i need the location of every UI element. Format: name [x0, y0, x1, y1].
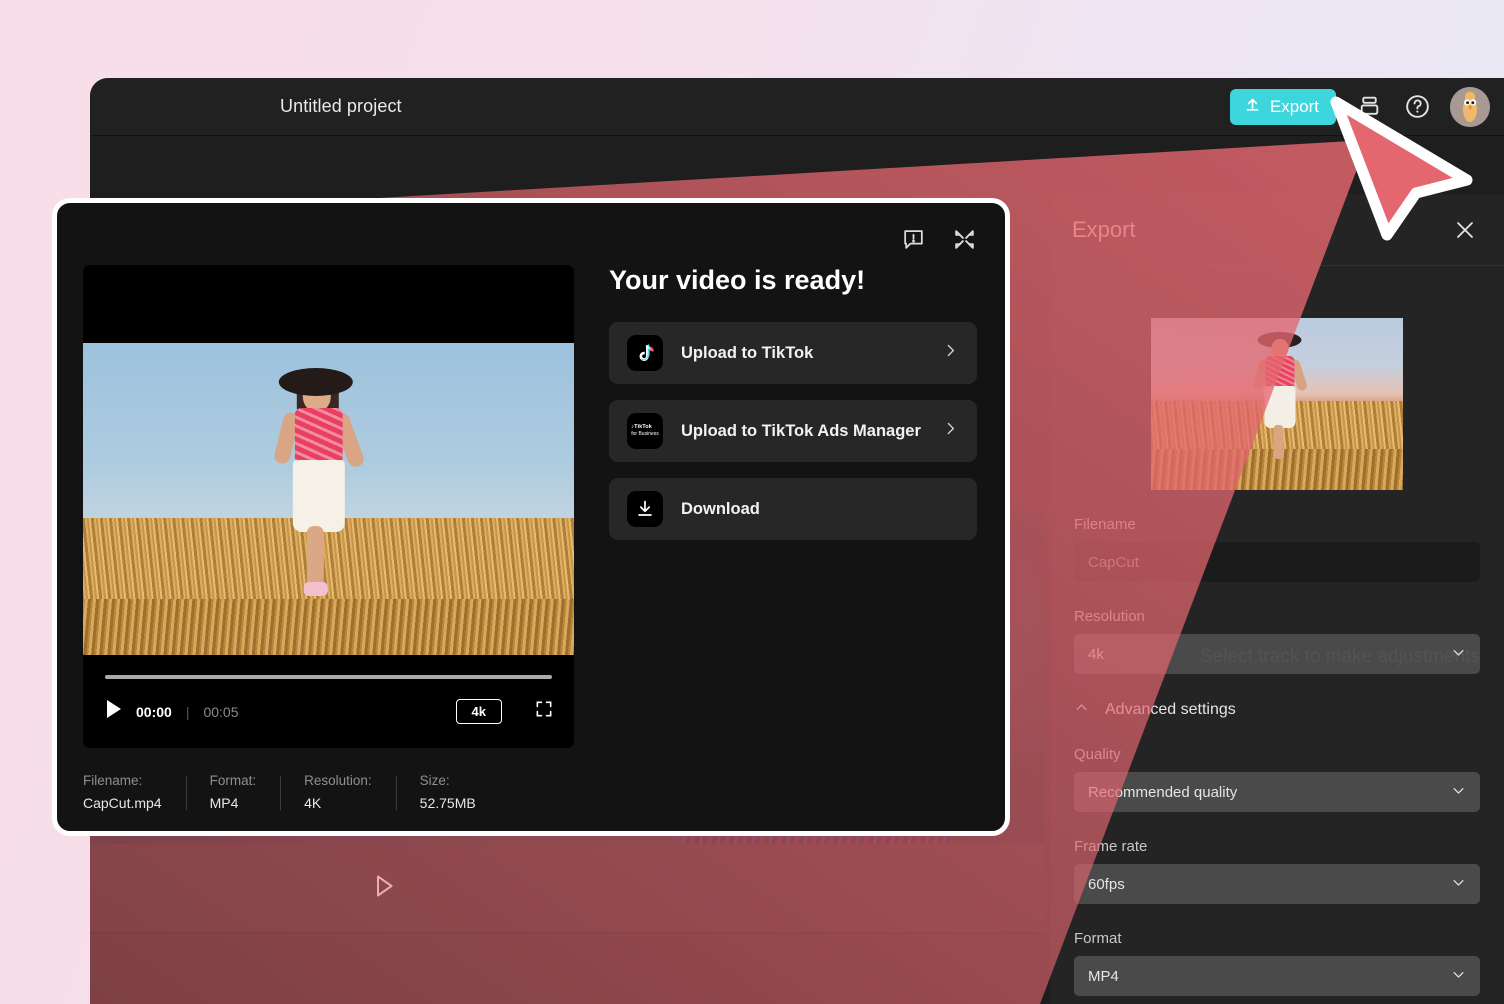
field-label-filename: Filename — [1074, 516, 1136, 533]
time-separator: | — [185, 703, 190, 720]
advanced-settings-label: Advanced settings — [1105, 701, 1236, 718]
filename-value: CapCut — [1088, 553, 1139, 571]
chevron-down-icon — [1451, 875, 1466, 894]
chevron-down-icon — [1451, 783, 1466, 802]
field-format: Format MP4 — [1050, 930, 1504, 996]
layers-icon[interactable] — [1354, 92, 1384, 122]
minimize-icon[interactable] — [952, 227, 977, 257]
tiktok-business-icon: ♪TikTok for Business — [627, 413, 663, 449]
help-icon[interactable] — [1402, 92, 1432, 122]
upload-icon — [1244, 96, 1261, 118]
format-value: MP4 — [1088, 967, 1119, 985]
feedback-icon[interactable] — [901, 227, 926, 257]
field-quality: Quality Recommended quality — [1050, 746, 1504, 812]
tiktok-icon — [627, 335, 663, 371]
export-button[interactable]: Export — [1229, 88, 1336, 125]
result-video-frame — [83, 343, 574, 655]
total-time: 00:05 — [203, 703, 239, 720]
download-icon — [627, 491, 663, 527]
field-filename: Filename CapCut — [1050, 516, 1504, 582]
quality-select[interactable]: Recommended quality — [1074, 772, 1480, 812]
quality-value: Recommended quality — [1088, 783, 1238, 801]
result-video-player: 00:00 | 00:05 4k — [83, 265, 574, 748]
field-label-frame-rate: Frame rate — [1074, 838, 1148, 855]
export-result-dialog: 00:00 | 00:05 4k Filename: CapCut.mp4 Fo… — [52, 198, 1010, 836]
topbar-actions: Export — [1229, 86, 1504, 127]
chevron-down-icon — [1451, 645, 1466, 664]
close-icon[interactable] — [1448, 213, 1482, 247]
download-button[interactable]: Download — [609, 478, 977, 540]
export-button-label: Export — [1269, 96, 1319, 116]
meta-resolution: Resolution: 4K — [280, 773, 396, 811]
meta-size: Size: 52.75MB — [395, 773, 500, 811]
meta-filename: Filename: CapCut.mp4 — [83, 773, 162, 811]
chevron-down-icon — [1451, 967, 1466, 986]
export-panel-title: Export — [1072, 216, 1136, 242]
thumb-subject — [1251, 331, 1309, 480]
playback-bar — [90, 844, 1045, 932]
upload-to-tiktok-button[interactable]: Upload to TikTok — [609, 322, 977, 384]
fullscreen-icon[interactable] — [534, 699, 554, 724]
field-frame-rate: Frame rate 60fps — [1050, 838, 1504, 904]
resolution-select[interactable]: 4k — [1074, 634, 1480, 674]
filename-input[interactable]: CapCut — [1074, 542, 1480, 582]
advanced-settings-toggle[interactable]: Advanced settings — [1074, 700, 1504, 720]
timeline-strip[interactable] — [90, 932, 1045, 1004]
export-panel: Select track to make adjustments Export — [1050, 194, 1504, 1004]
frame-rate-select[interactable]: 60fps — [1074, 864, 1480, 904]
top-bar: Untitled project Export — [90, 78, 1504, 136]
upload-to-tiktok-ads-manager-button[interactable]: ♪TikTok for Business Upload to TikTok Ads… — [609, 400, 977, 462]
field-resolution: Resolution 4k — [1050, 608, 1504, 674]
frame-rate-value: 60fps — [1088, 875, 1125, 893]
dialog-tools — [901, 227, 977, 257]
video-subject — [271, 367, 367, 655]
resolution-value: 4k — [1088, 645, 1104, 663]
quality-badge[interactable]: 4k — [455, 699, 502, 724]
file-metadata: Filename: CapCut.mp4 Format: MP4 Resolut… — [83, 773, 500, 811]
field-label-resolution: Resolution — [1074, 608, 1145, 625]
player-controls: 00:00 | 00:05 4k — [83, 655, 574, 748]
field-label-quality: Quality — [1074, 746, 1121, 763]
chevron-right-icon — [942, 420, 959, 442]
format-select[interactable]: MP4 — [1074, 956, 1480, 996]
action-label: Upload to TikTok — [681, 343, 814, 362]
export-thumbnail — [1151, 318, 1403, 490]
chevron-up-icon — [1074, 700, 1089, 720]
result-actions-column: Your video is ready! Upload to TikTok ♪T… — [609, 265, 977, 556]
action-label: Download — [681, 499, 760, 518]
meta-format: Format: MP4 — [185, 773, 281, 811]
play-icon[interactable] — [375, 874, 395, 903]
action-label: Upload to TikTok Ads Manager — [681, 421, 921, 440]
progress-bar[interactable] — [105, 675, 552, 679]
current-time: 00:00 — [136, 703, 172, 720]
field-label-format: Format — [1074, 930, 1122, 947]
page-title: Untitled project — [280, 96, 402, 116]
result-heading: Your video is ready! — [609, 265, 866, 295]
avatar[interactable] — [1450, 86, 1490, 127]
export-panel-header: Export — [1050, 194, 1504, 266]
chevron-right-icon — [942, 342, 959, 364]
play-icon[interactable] — [105, 699, 122, 724]
